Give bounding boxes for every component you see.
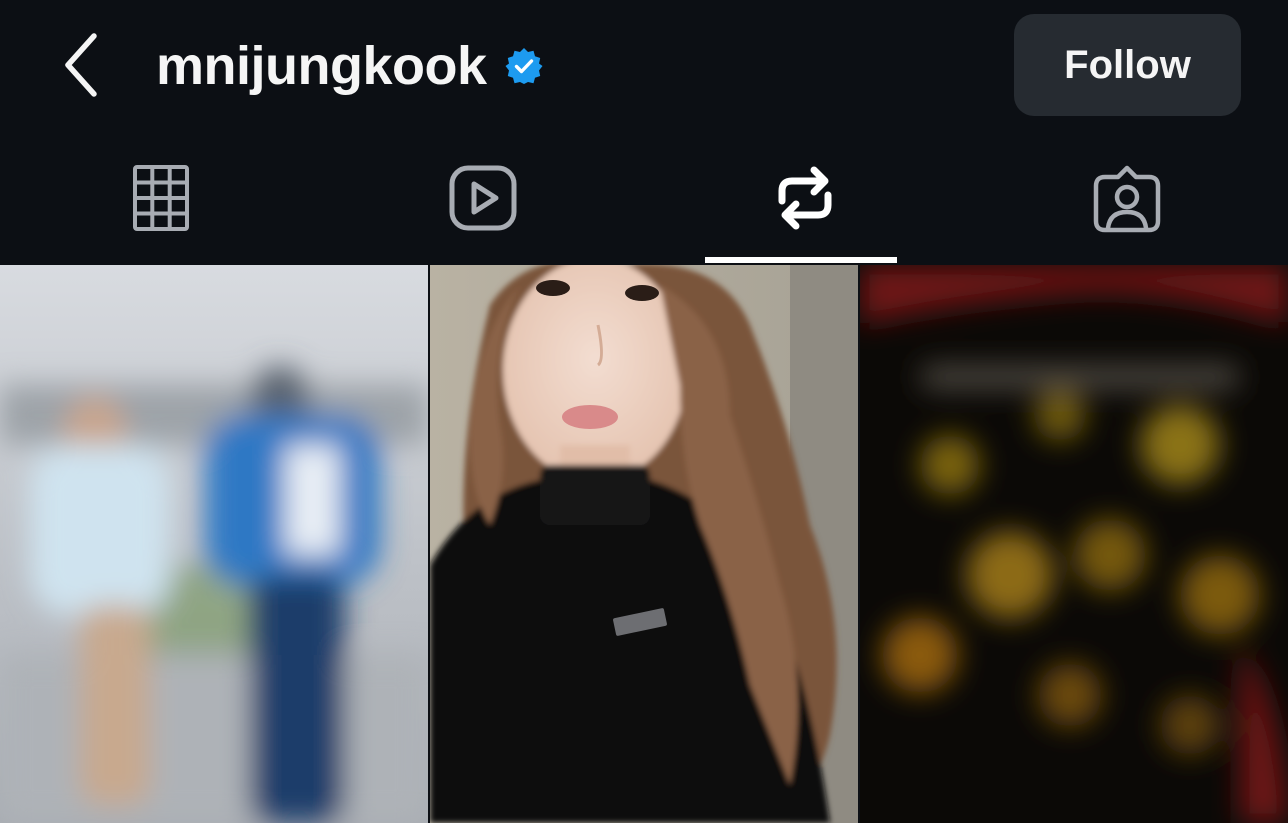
profile-header: mnijungkook Follow — [0, 0, 1288, 132]
grid-tile[interactable] — [430, 265, 858, 823]
follow-button[interactable]: Follow — [1014, 14, 1241, 116]
blurred-video-thumbnail — [0, 265, 428, 823]
tab-reposts[interactable] — [644, 132, 966, 264]
verified-badge-icon — [505, 47, 543, 85]
tab-reels[interactable] — [322, 132, 644, 264]
grid-icon — [133, 165, 189, 231]
username-row: mnijungkook — [156, 30, 543, 102]
tab-tagged[interactable] — [966, 132, 1288, 264]
profile-username: mnijungkook — [156, 36, 487, 96]
tagged-person-icon — [1093, 165, 1161, 233]
reposts-grid — [0, 265, 1288, 823]
back-button[interactable] — [52, 28, 112, 102]
chevron-left-icon — [65, 33, 97, 97]
active-tab-indicator — [705, 257, 897, 263]
video-thumbnail — [430, 265, 858, 823]
profile-tabs — [0, 132, 1288, 264]
reels-play-icon — [449, 165, 517, 231]
grid-tile[interactable] — [0, 265, 428, 823]
repost-icon — [778, 166, 832, 230]
grid-tile[interactable] — [860, 265, 1288, 823]
blurred-video-thumbnail — [860, 265, 1288, 823]
tab-posts[interactable] — [0, 132, 322, 264]
profile-screen: mnijungkook Follow — [0, 0, 1288, 823]
